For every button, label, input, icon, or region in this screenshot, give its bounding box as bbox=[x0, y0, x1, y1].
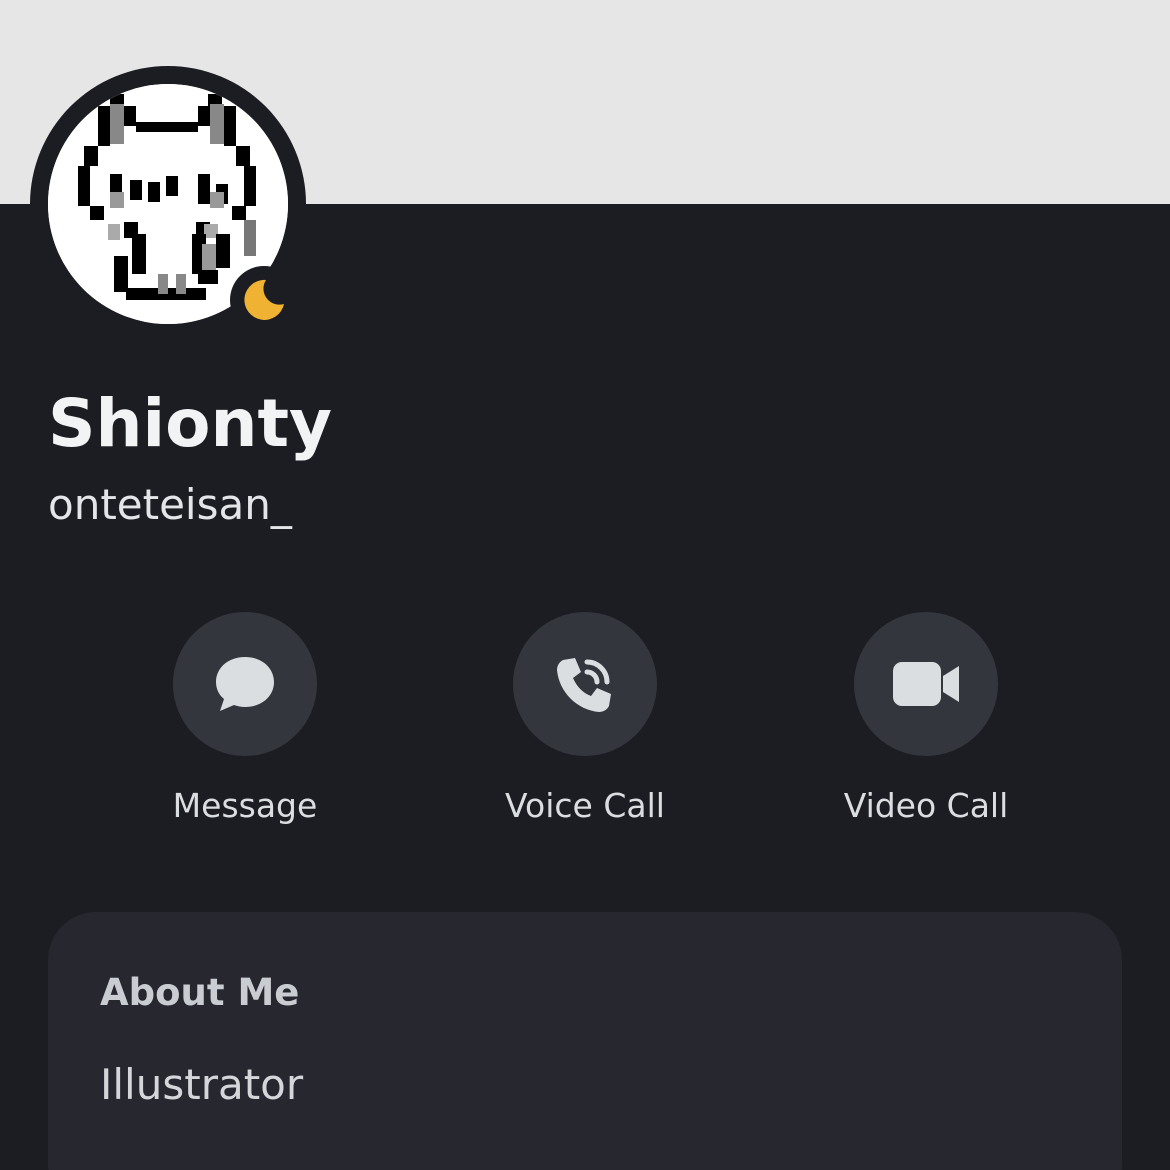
message-button[interactable] bbox=[173, 612, 317, 756]
chat-bubble-icon bbox=[216, 657, 274, 711]
message-action: Message bbox=[125, 612, 365, 832]
about-me-card: About Me Illustrator bbox=[48, 912, 1122, 1170]
profile-page: Shionty onteteisan_ Message Voice Call V… bbox=[0, 0, 1170, 1170]
phone-icon bbox=[557, 658, 611, 712]
voice-call-button[interactable] bbox=[513, 612, 657, 756]
display-name: Shionty bbox=[48, 385, 333, 462]
username: onteteisan_ bbox=[48, 480, 292, 529]
about-me-title: About Me bbox=[100, 971, 300, 1014]
message-label: Message bbox=[172, 786, 318, 825]
video-camera-icon bbox=[893, 662, 959, 706]
idle-moon-icon bbox=[242, 278, 286, 322]
voice-call-label: Voice Call bbox=[505, 786, 665, 825]
voice-call-action: Voice Call bbox=[465, 612, 705, 832]
video-call-label: Video Call bbox=[843, 786, 1009, 825]
about-me-text: Illustrator bbox=[100, 1060, 304, 1109]
video-call-button[interactable] bbox=[854, 612, 998, 756]
video-call-action: Video Call bbox=[806, 612, 1046, 832]
